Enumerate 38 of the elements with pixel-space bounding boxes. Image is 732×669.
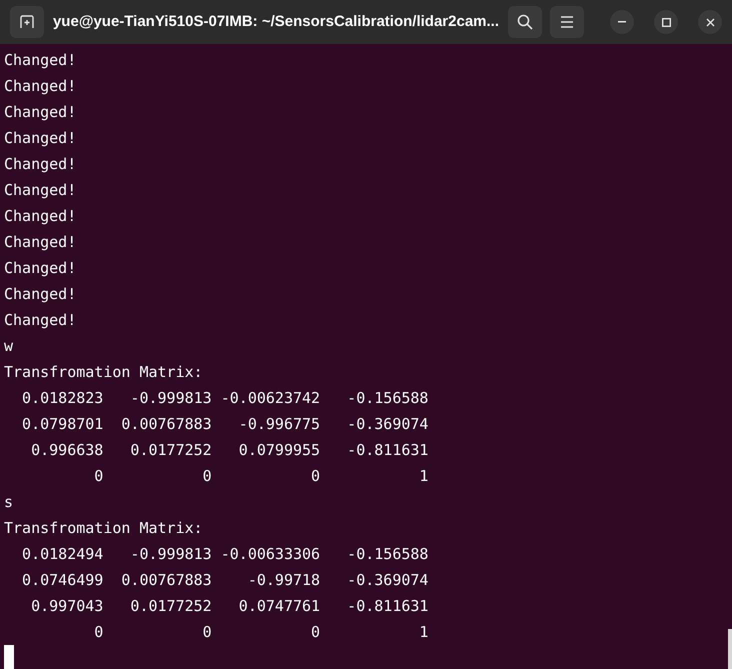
terminal-line: Changed! bbox=[4, 76, 76, 97]
terminal-line: Transfromation Matrix: bbox=[4, 362, 203, 383]
text-cursor bbox=[4, 645, 14, 669]
terminal-line: 0 0 0 1 bbox=[93, 622, 428, 643]
new-tab-icon bbox=[19, 14, 35, 30]
terminal-line: 0.0182494 -0.999813 -0.00633306 -0.156588 bbox=[21, 544, 428, 565]
terminal-line: Transfromation Matrix: bbox=[4, 518, 203, 539]
maximize-button[interactable] bbox=[654, 10, 678, 34]
terminal-line: Changed! bbox=[4, 258, 76, 279]
close-button[interactable] bbox=[698, 10, 722, 34]
window-title: yue@yue-TianYi510S-07IMB: ~/SensorsCalibration/lidar2cam... bbox=[52, 12, 500, 32]
terminal-line: w bbox=[4, 336, 14, 357]
terminal-line: Changed! bbox=[4, 284, 76, 305]
terminal-line: 0.996638 0.0177252 0.0799955 -0.811631 bbox=[30, 440, 428, 461]
search-icon bbox=[517, 14, 533, 30]
close-icon bbox=[706, 18, 714, 26]
terminal-line: Changed! bbox=[4, 180, 76, 201]
terminal-line: 0.0182823 -0.999813 -0.00623742 -0.156588 bbox=[21, 388, 428, 409]
terminal-line: 0.0798701 0.00767883 -0.996775 -0.369074 bbox=[21, 414, 428, 435]
menu-icon bbox=[560, 16, 574, 28]
terminal-line: Changed! bbox=[4, 206, 76, 227]
terminal-line: Changed! bbox=[4, 154, 76, 175]
minimize-button[interactable] bbox=[610, 10, 634, 34]
terminal-line: 0.0746499 0.00767883 -0.99718 -0.369074 bbox=[21, 570, 428, 591]
minimize-icon bbox=[618, 21, 626, 23]
terminal-line: s bbox=[4, 492, 14, 513]
terminal-line: Changed! bbox=[4, 232, 76, 253]
terminal-line: 0.997043 0.0177252 0.0747761 -0.811631 bbox=[30, 596, 428, 617]
terminal-line: 0 0 0 1 bbox=[93, 466, 428, 487]
terminal-line: Changed! bbox=[4, 128, 76, 149]
terminal-line: Changed! bbox=[4, 310, 76, 331]
new-tab-button[interactable] bbox=[10, 6, 44, 38]
terminal-line: Changed! bbox=[4, 102, 76, 123]
maximize-icon bbox=[662, 18, 670, 26]
terminal-line: Changed! bbox=[4, 50, 76, 71]
menu-button[interactable] bbox=[550, 6, 584, 38]
scrollbar[interactable] bbox=[728, 629, 732, 669]
search-button[interactable] bbox=[508, 6, 542, 38]
